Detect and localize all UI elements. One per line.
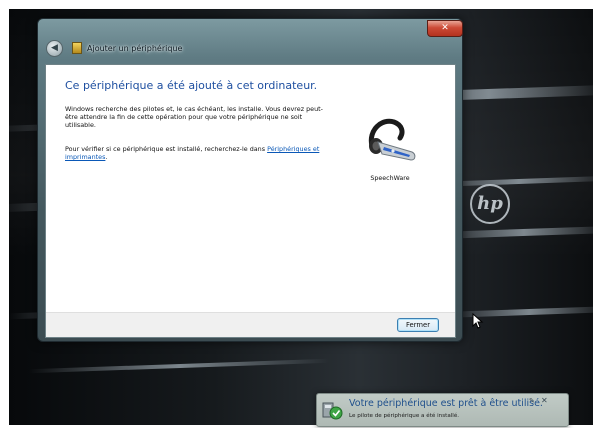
notification-balloon[interactable]: Votre périphérique est prêt à être utili… (316, 393, 569, 427)
device-name: SpeechWare (370, 175, 410, 182)
notification-title: Votre périphérique est prêt à être utili… (349, 398, 543, 409)
driver-info-text: Windows recherche des pilotes et, le cas… (65, 105, 323, 130)
verify-info-text: Pour vérifier si ce périphérique est ins… (65, 145, 327, 161)
titlebar: ◀ Ajouter un périphérique (46, 39, 182, 57)
wizard-content: Ce périphérique a été ajouté à cet ordin… (45, 64, 456, 338)
wallpaper-streak (449, 306, 593, 318)
device-wizard-icon (72, 42, 82, 54)
close-button[interactable]: Fermer (397, 318, 439, 332)
wallpaper-streak (29, 358, 329, 374)
pin-icon[interactable]: ✎ (529, 397, 535, 405)
window-close-button[interactable]: ✕ (427, 20, 463, 37)
device-driver-icon (322, 402, 343, 420)
mouse-cursor-icon (472, 313, 484, 329)
headset-icon (368, 118, 416, 161)
verify-info-suffix: . (105, 153, 108, 162)
add-device-window: ✕ ◀ Ajouter un périphérique Ce périphéri… (37, 18, 463, 342)
back-arrow-icon[interactable]: ◀ (46, 39, 63, 57)
notification-close-icon[interactable]: ✕ (541, 396, 548, 405)
hp-logo: hp (470, 184, 510, 224)
window-title: Ajouter un périphérique (87, 43, 183, 53)
verify-info-prefix: Pour vérifier si ce périphérique est ins… (65, 145, 268, 153)
wizard-footer: Fermer (46, 312, 455, 337)
page-heading: Ce périphérique a été ajouté à cet ordin… (65, 79, 318, 92)
notification-subtitle: Le pilote de périphérique a été installé… (349, 413, 460, 419)
